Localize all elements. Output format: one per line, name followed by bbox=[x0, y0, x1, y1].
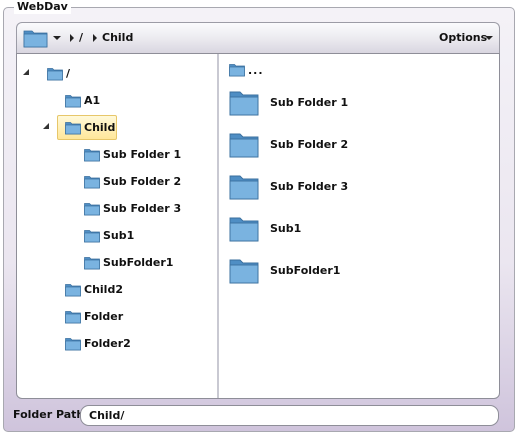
folder-path-input[interactable]: Child/ bbox=[80, 405, 499, 426]
folder-path-label: Folder Path bbox=[13, 408, 85, 421]
folder-icon bbox=[84, 175, 100, 189]
options-chevron-down-icon[interactable] bbox=[485, 36, 493, 40]
folder-up-icon[interactable] bbox=[229, 63, 245, 77]
folder-icon bbox=[65, 310, 81, 324]
folder-icon bbox=[65, 337, 81, 351]
list-item-sub-folder-3[interactable]: Sub Folder 3 bbox=[270, 180, 348, 194]
folder-icon bbox=[65, 94, 81, 108]
list-item-sub1[interactable]: Sub1 bbox=[270, 222, 301, 236]
folder-icon[interactable] bbox=[229, 132, 259, 158]
tree-item-a1[interactable]: A1 bbox=[84, 94, 100, 108]
folder-icon bbox=[84, 229, 100, 243]
tree-expand-root-icon[interactable] bbox=[23, 69, 29, 75]
tree-item-sub-folder-2[interactable]: Sub Folder 2 bbox=[103, 175, 181, 189]
folder-icon[interactable] bbox=[229, 174, 259, 200]
breadcrumb-item-root[interactable]: / bbox=[79, 31, 83, 44]
breadcrumb-separator-icon[interactable] bbox=[93, 34, 97, 42]
tree-item-child2[interactable]: Child2 bbox=[84, 283, 123, 297]
breadcrumb-item-child[interactable]: Child bbox=[102, 31, 133, 44]
folder-icon[interactable] bbox=[23, 28, 49, 48]
tree-item-subfolder1[interactable]: SubFolder1 bbox=[103, 256, 173, 270]
tree-item-folder2[interactable]: Folder2 bbox=[84, 337, 131, 351]
tree-item-sub-folder-3[interactable]: Sub Folder 3 bbox=[103, 202, 181, 216]
folder-icon[interactable] bbox=[229, 216, 259, 242]
tree-item-root[interactable]: / bbox=[66, 67, 70, 81]
window-title: WebDav bbox=[14, 0, 71, 14]
list-item-subfolder1[interactable]: SubFolder1 bbox=[270, 264, 340, 278]
folder-icon bbox=[84, 202, 100, 216]
toolbar: / Child Options bbox=[16, 22, 500, 53]
list-item-sub-folder-1[interactable]: Sub Folder 1 bbox=[270, 96, 348, 110]
list-item-up[interactable]: ... bbox=[248, 64, 264, 78]
folder-icon[interactable] bbox=[229, 258, 259, 284]
folder-icon bbox=[84, 148, 100, 162]
breadcrumb-separator-icon[interactable] bbox=[70, 34, 74, 42]
chevron-down-icon[interactable] bbox=[53, 36, 61, 40]
folder-icon bbox=[47, 67, 63, 81]
folder-icon[interactable] bbox=[229, 90, 259, 116]
folder-icon bbox=[65, 121, 81, 135]
tree-item-sub-folder-1[interactable]: Sub Folder 1 bbox=[103, 148, 181, 162]
explorer-main: / A1 Child Sub Folder 1 Sub Folder 2 Sub… bbox=[16, 53, 500, 399]
tree-item-sub1[interactable]: Sub1 bbox=[103, 229, 134, 243]
folder-icon bbox=[65, 283, 81, 297]
tree-item-child[interactable]: Child bbox=[84, 121, 115, 135]
options-button[interactable]: Options bbox=[439, 31, 487, 44]
list-item-sub-folder-2[interactable]: Sub Folder 2 bbox=[270, 138, 348, 152]
folder-icon bbox=[84, 256, 100, 270]
tree-item-folder[interactable]: Folder bbox=[84, 310, 123, 324]
pane-splitter[interactable] bbox=[216, 54, 219, 398]
tree-expand-child-icon[interactable] bbox=[43, 123, 49, 129]
